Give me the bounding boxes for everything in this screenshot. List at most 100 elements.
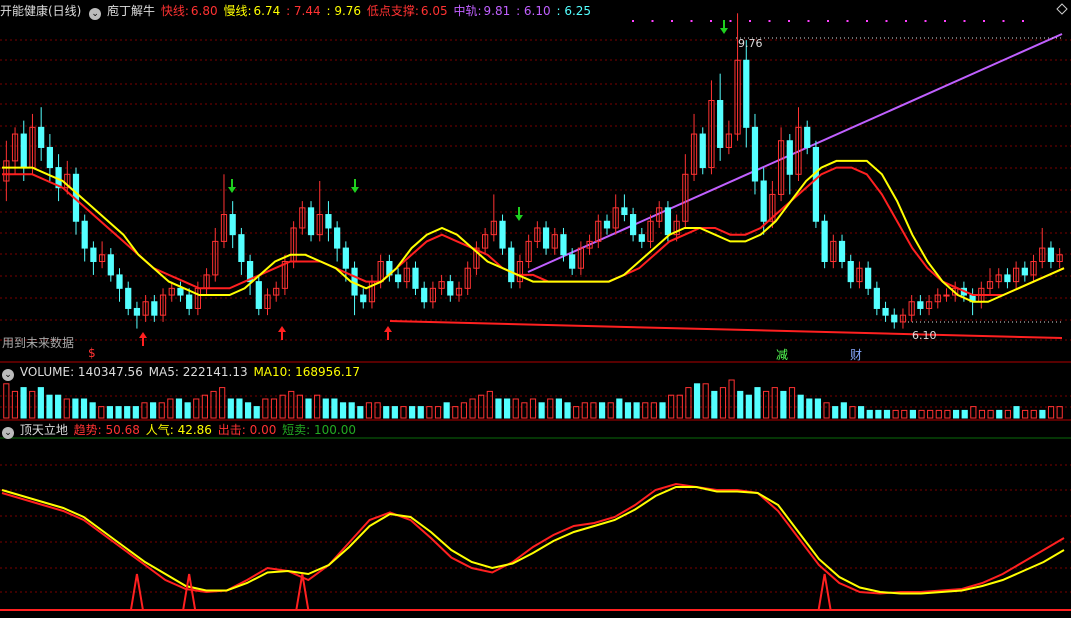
volume-bar <box>63 398 70 419</box>
candle <box>638 234 645 242</box>
candle <box>847 261 854 283</box>
candle <box>229 214 236 236</box>
dot-marker <box>710 20 712 22</box>
volume-bar <box>391 406 398 419</box>
candle <box>865 267 872 289</box>
osc-settings-icon[interactable]: ⌄ <box>2 427 14 439</box>
volume-bar <box>89 402 96 419</box>
volume-bar <box>521 402 528 419</box>
volume-bar <box>832 406 839 419</box>
volume-bar <box>771 387 778 419</box>
marker-cai: 财 <box>850 348 863 362</box>
volume-bar <box>754 387 761 419</box>
dot-marker <box>1022 20 1024 22</box>
volume-bar <box>305 398 312 419</box>
volume-bar <box>1004 409 1011 419</box>
osc-trend-line <box>1 482 1065 595</box>
value-b: : 9.76 <box>326 4 362 18</box>
volume-bar <box>814 398 822 419</box>
stock-title[interactable]: 开能健康(日线) <box>0 4 81 18</box>
volume-bar <box>141 402 148 419</box>
volume-bar <box>193 398 200 419</box>
volume-bar <box>547 398 554 419</box>
candle <box>838 240 846 262</box>
volume-bar <box>486 390 493 419</box>
signal-arrow-head <box>139 332 147 338</box>
high-price-label: 9.76 <box>738 37 763 50</box>
osc-short: 短卖: 100.00 <box>282 423 357 437</box>
volume-bar <box>840 402 847 419</box>
value-d: : 6.25 <box>556 4 592 18</box>
volume-bar <box>806 398 813 419</box>
volume-bar <box>987 409 994 419</box>
window-diamond-icon <box>1056 3 1068 15</box>
mid-label: 中轨: <box>453 4 482 18</box>
candle <box>177 287 184 296</box>
marker-s: $ <box>88 346 96 360</box>
dot-marker <box>768 20 771 22</box>
volume-bar <box>858 406 865 419</box>
volume-bar <box>374 402 381 419</box>
osc-name[interactable]: 顶天立地 <box>20 423 68 437</box>
osc-strike: 出击: 0.00 <box>217 423 277 437</box>
volume-bar <box>150 402 157 419</box>
volume-bar <box>348 402 355 419</box>
candle <box>307 207 315 236</box>
volume-ma5: MA5: 222141.13 <box>148 365 248 379</box>
volume-bar <box>322 398 329 419</box>
volume-bar <box>452 406 459 419</box>
candle <box>743 59 750 128</box>
volume-bar <box>952 409 960 419</box>
osc-trend: 趋势: 50.68 <box>73 423 140 437</box>
volume-bar <box>253 406 260 419</box>
volume-bar <box>659 402 666 419</box>
volume-bar <box>55 394 62 419</box>
candle <box>46 146 53 169</box>
volume-bar <box>426 406 433 419</box>
volume-bar <box>892 409 899 419</box>
candle <box>812 146 820 222</box>
candle <box>1004 274 1011 283</box>
candle <box>107 254 114 276</box>
volume-bar <box>788 387 796 419</box>
candle <box>1021 267 1028 276</box>
candle <box>90 247 97 262</box>
candle <box>125 287 132 309</box>
volume-bar <box>642 402 649 419</box>
volume-bar <box>1056 406 1063 419</box>
osc-header: ⌄ 顶天立地 趋势: 50.68 人气: 42.86 出击: 0.00 短卖: … <box>0 421 358 439</box>
candle <box>629 214 637 236</box>
dot-marker <box>671 20 673 22</box>
volume-bar <box>167 398 174 419</box>
volume-bar <box>365 402 373 419</box>
volume-bar <box>339 402 347 419</box>
settings-icon[interactable]: ⌄ <box>89 8 102 20</box>
volume-bar <box>417 406 424 419</box>
candle <box>20 133 27 169</box>
volume-bar <box>728 379 735 419</box>
volume-bar <box>80 398 88 419</box>
candle <box>325 214 332 229</box>
volume-bar <box>780 390 787 419</box>
volume-bar <box>434 406 442 419</box>
indicator-name[interactable]: 庖丁解牛 <box>107 4 155 18</box>
volume-bar <box>918 409 925 419</box>
volume-bar <box>693 383 701 419</box>
volume-label[interactable]: VOLUME: 140347.56 <box>20 365 143 379</box>
volume-bar <box>106 406 114 419</box>
candle <box>621 207 628 216</box>
volume-bar <box>262 398 269 419</box>
volume-settings-icon[interactable]: ⌄ <box>2 369 14 381</box>
signal-arrow-head <box>228 187 236 193</box>
slow-value: 6.74 <box>253 4 281 18</box>
fast-line <box>2 159 1065 303</box>
volume-bar <box>711 390 718 419</box>
signal-arrow-head <box>515 215 523 221</box>
signal-arrow-head <box>351 187 359 193</box>
candle <box>882 307 889 316</box>
dot-marker <box>651 20 654 22</box>
candle <box>664 207 672 236</box>
dot-marker <box>885 20 888 22</box>
candle <box>81 220 88 249</box>
volume-bar <box>270 398 278 419</box>
